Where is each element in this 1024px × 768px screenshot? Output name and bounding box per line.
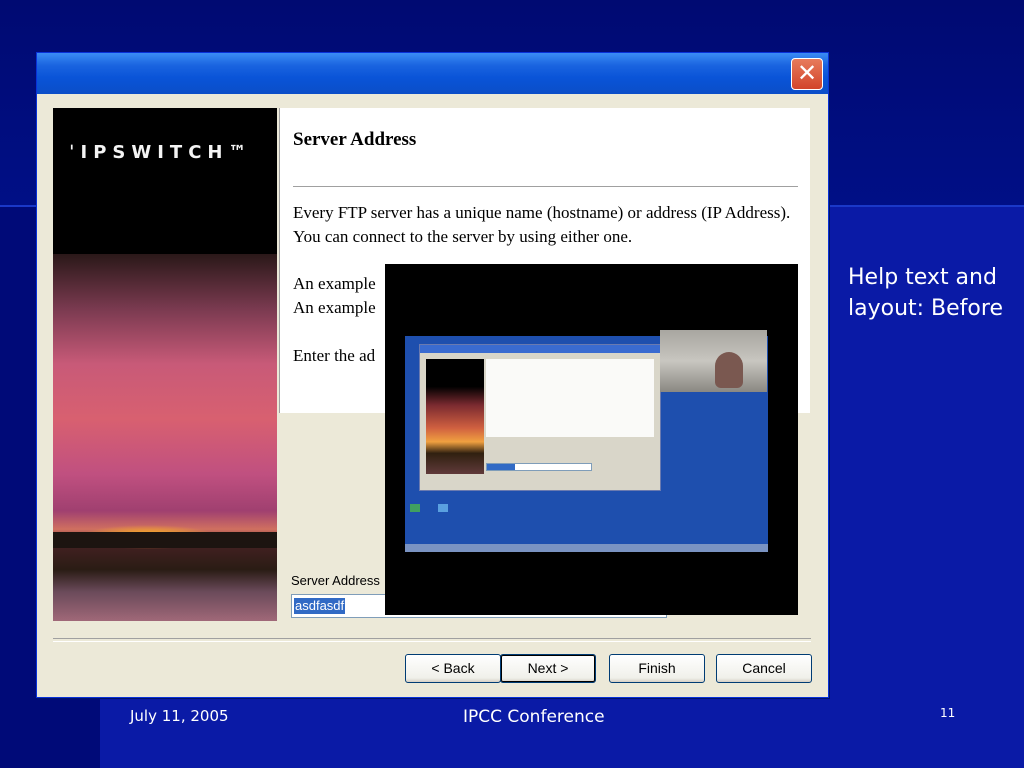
footer-title: IPCC Conference <box>463 707 605 727</box>
finish-button[interactable]: Finish <box>609 654 705 683</box>
heading-divider <box>293 186 798 187</box>
video-progress-bar <box>486 463 592 471</box>
slide-caption: Help text and layout: Before <box>848 262 1018 324</box>
sunset-image <box>53 254 277 621</box>
button-separator <box>53 638 811 642</box>
cancel-button[interactable]: Cancel <box>716 654 812 683</box>
page-number: 11 <box>940 706 956 720</box>
video-face <box>715 352 743 388</box>
close-icon[interactable]: ✕ <box>791 58 823 90</box>
ipswitch-logo: ˈIPSWITCH™ <box>69 142 253 163</box>
banner-horizon <box>53 532 277 548</box>
dialog-titlebar[interactable]: ✕ <box>37 53 828 94</box>
video-window-content <box>486 359 654 437</box>
server-address-value: asdfasdf <box>294 598 346 614</box>
next-button[interactable]: Next > <box>500 654 596 683</box>
help-paragraph: Every FTP server has a unique name (host… <box>293 203 791 246</box>
video-desktop-icon <box>410 504 420 512</box>
example-line-2: An example <box>293 298 376 317</box>
server-address-label: Server Address <box>291 573 380 588</box>
video-person <box>660 330 767 392</box>
back-button[interactable]: < Back <box>405 654 501 683</box>
video-wizard-window <box>419 344 661 491</box>
video-window-banner <box>426 359 484 474</box>
slide-caption-line: layout: Before <box>848 296 1003 321</box>
video-progress-fill <box>487 464 515 470</box>
video-overlay <box>385 264 798 615</box>
video-window-titlebar <box>420 345 660 353</box>
video-taskbar <box>405 544 768 552</box>
ipswitch-banner: ˈIPSWITCH™ <box>53 108 277 621</box>
page-title: Server Address <box>293 129 417 150</box>
instruction-line: Enter the ad <box>293 346 376 365</box>
footer-date: July 11, 2005 <box>130 707 229 725</box>
slide-caption-line: Help text and <box>848 265 997 290</box>
example-line-1: An example <box>293 274 376 293</box>
video-desktop-icon <box>438 504 448 512</box>
